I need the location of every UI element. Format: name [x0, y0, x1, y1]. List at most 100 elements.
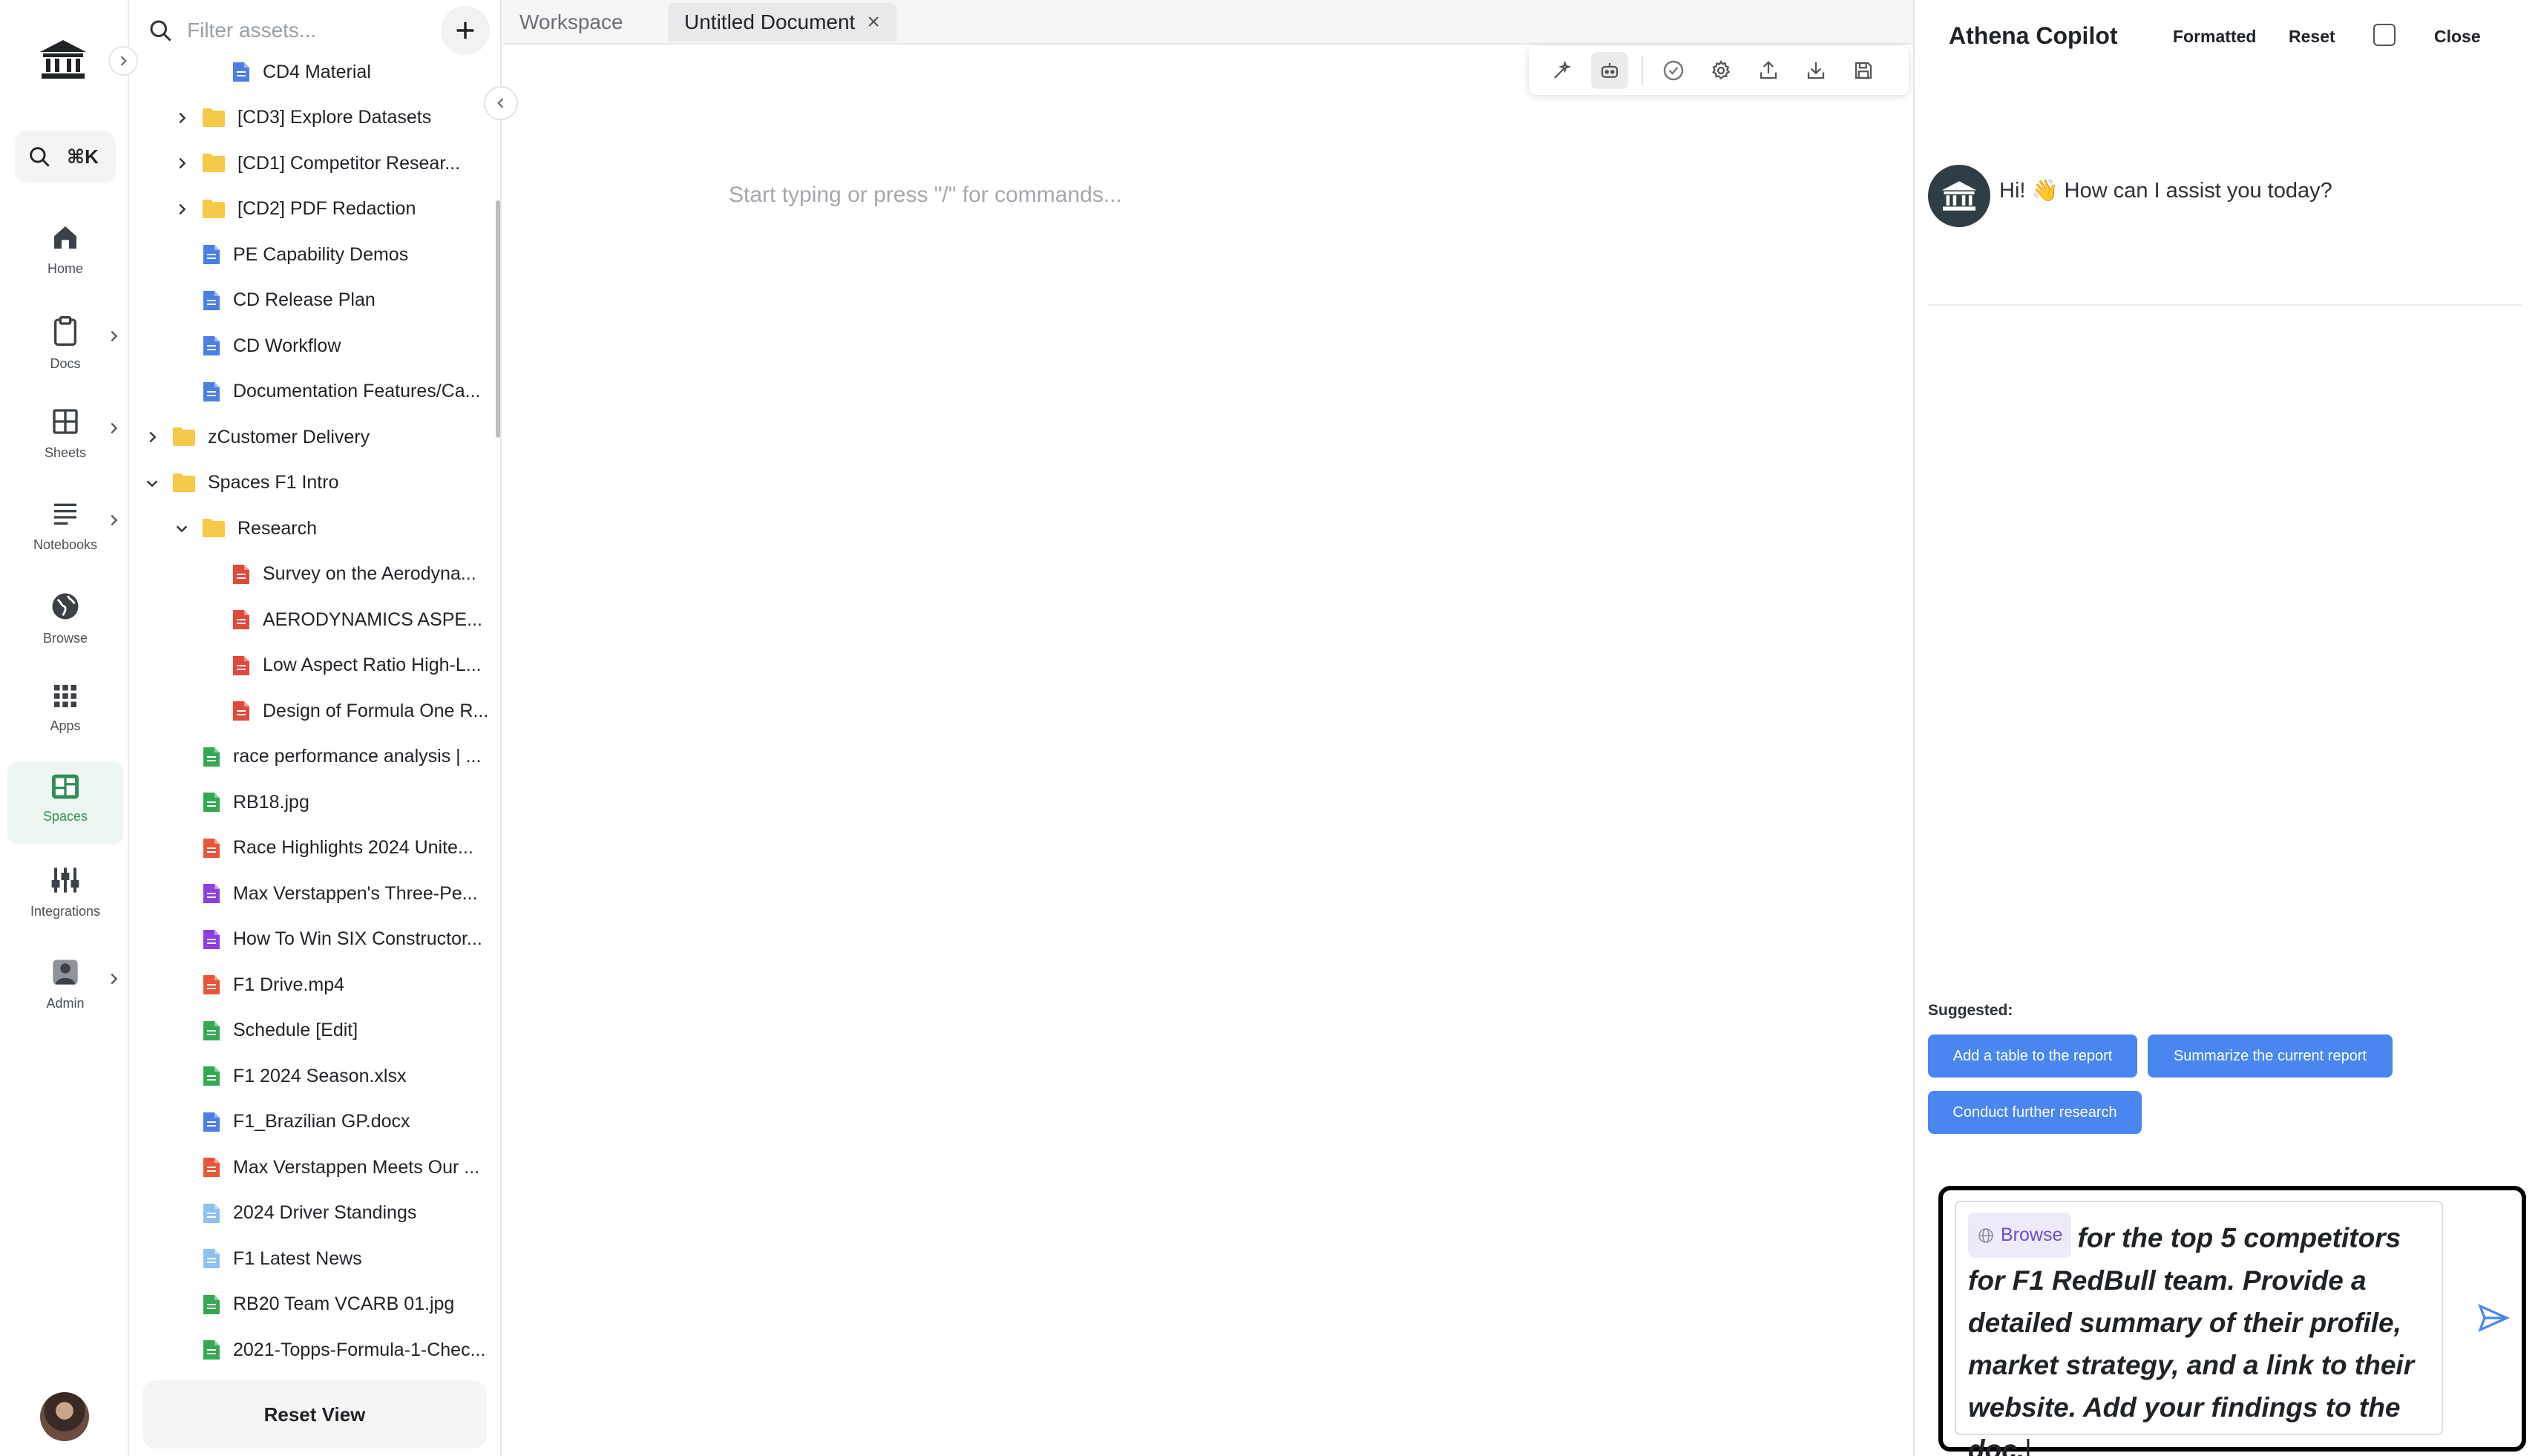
rail-item-home[interactable]: Home: [7, 211, 123, 294]
video-file-icon: [202, 1156, 221, 1178]
suggestion-add-table[interactable]: Add a table to the report: [1928, 1034, 2137, 1078]
download-button[interactable]: [1797, 52, 1834, 89]
caret-spacer: [172, 1204, 191, 1223]
video-file-icon: [202, 974, 221, 996]
tree-folder[interactable]: [CD2] PDF Redaction: [131, 188, 494, 231]
filter-assets-input[interactable]: [187, 19, 410, 42]
browse-chip-label: Browse: [2001, 1224, 2063, 1245]
tree-file[interactable]: F1 2024 Season.xlsx: [131, 1055, 494, 1098]
tree-file[interactable]: CD Release Plan: [131, 279, 494, 322]
caret-spacer: [202, 610, 221, 629]
tree-file[interactable]: Max Verstappen Meets Our ...: [131, 1146, 494, 1189]
tree-file[interactable]: F1 Latest News: [131, 1237, 494, 1280]
caret-spacer: [172, 291, 191, 310]
rail-item-apps[interactable]: Apps: [7, 671, 123, 754]
tree-file[interactable]: CD Workflow: [131, 324, 494, 367]
check-button[interactable]: [1655, 52, 1692, 89]
suggestion-further-research[interactable]: Conduct further research: [1928, 1091, 2142, 1134]
chevron-right-icon[interactable]: [172, 154, 191, 173]
ai-assistant-button[interactable]: [1591, 52, 1628, 89]
grid-icon: [53, 409, 78, 434]
tree-item-label: [CD2] PDF Redaction: [237, 198, 416, 219]
reset-button[interactable]: Reset: [2289, 27, 2335, 47]
send-button[interactable]: [2476, 1300, 2511, 1336]
tree-file[interactable]: F1 Drive.mp4: [131, 963, 494, 1006]
magic-wand-button[interactable]: [1544, 52, 1581, 89]
tree-file[interactable]: CD4 Material: [131, 53, 494, 94]
user-avatar[interactable]: [40, 1392, 89, 1441]
close-tab-icon[interactable]: ×: [867, 10, 880, 35]
chevron-right-icon[interactable]: [172, 108, 191, 128]
rail-item-docs[interactable]: Docs: [7, 303, 123, 386]
tab-label: Workspace: [519, 10, 623, 33]
tree-folder[interactable]: Spaces F1 Intro: [131, 462, 494, 505]
app-logo-icon[interactable]: [39, 39, 88, 80]
tree-folder[interactable]: [CD1] Competitor Resear...: [131, 142, 494, 185]
formatted-button[interactable]: Formatted: [2173, 27, 2256, 47]
tree-item-label: Documentation Features/Ca...: [233, 381, 481, 401]
rail-item-sheets[interactable]: Sheets: [7, 395, 123, 478]
tab-workspace[interactable]: Workspace: [503, 3, 640, 42]
close-button[interactable]: Close: [2434, 27, 2481, 47]
rail-label: Notebooks: [33, 537, 98, 552]
asset-tree-scrollbar[interactable]: [496, 200, 500, 438]
doc-file-icon: [202, 335, 221, 357]
tree-file[interactable]: Max Verstappen's Three-Pe...: [131, 872, 494, 915]
rail-label: Integrations: [30, 904, 101, 919]
tree-file[interactable]: 2024 Driver Standings: [131, 1192, 494, 1235]
expand-rail-button[interactable]: [108, 46, 138, 76]
clipboard-icon: [54, 316, 76, 346]
tree-file[interactable]: race performance analysis | ...: [131, 735, 494, 778]
tree-folder[interactable]: [CD3] Explore Datasets: [131, 96, 494, 140]
tab-bar: Workspace Untitled Document ×: [503, 0, 1913, 45]
tree-file[interactable]: F1_Brazilian GP.docx: [131, 1101, 494, 1144]
search-icon: [30, 147, 50, 167]
tree-file[interactable]: Survey on the Aerodyna...: [131, 553, 494, 596]
chevron-down-icon[interactable]: [172, 519, 191, 538]
spaces-icon: [52, 774, 79, 799]
prompt-input[interactable]: Browse for the top 5 competitors for F1 …: [1955, 1201, 2443, 1456]
rail-item-integrations[interactable]: Integrations: [7, 853, 123, 937]
suggestion-summarize-report[interactable]: Summarize the current report: [2148, 1034, 2393, 1078]
rail-item-spaces[interactable]: Spaces: [7, 761, 123, 845]
tree-folder[interactable]: zCustomer Delivery: [131, 416, 494, 459]
upload-button[interactable]: [1750, 52, 1787, 89]
toolbar-divider: [1642, 56, 1643, 85]
chevron-right-icon[interactable]: [142, 427, 162, 447]
tree-file[interactable]: Documentation Features/Ca...: [131, 370, 494, 413]
rail-item-admin[interactable]: Admin: [7, 945, 123, 1029]
browse-chip[interactable]: Browse: [1968, 1213, 2072, 1258]
tree-file[interactable]: Schedule [Edit]: [131, 1009, 494, 1052]
chevron-right-icon[interactable]: [172, 200, 191, 219]
tree-file[interactable]: Design of Formula One R...: [131, 689, 494, 732]
rail-item-notebooks[interactable]: Notebooks: [7, 487, 123, 570]
tree-file[interactable]: PE Capability Demos: [131, 233, 494, 276]
tree-file[interactable]: AERODYNAMICS ASPE...: [131, 598, 494, 641]
chevron-down-icon[interactable]: [142, 473, 162, 493]
settings-button[interactable]: [1702, 52, 1739, 89]
add-asset-button[interactable]: [441, 6, 490, 55]
save-button[interactable]: [1845, 52, 1882, 89]
copilot-title: Athena Copilot: [1949, 22, 2118, 49]
tree-file[interactable]: RB20 Team VCARB 01.jpg: [131, 1283, 494, 1326]
pdf-file-icon: [232, 609, 251, 631]
tree-file[interactable]: How To Win SIX Constructor...: [131, 918, 494, 961]
rail-item-browse[interactable]: Browse: [7, 579, 123, 662]
document-placeholder[interactable]: Start typing or press "/" for commands..…: [729, 183, 1122, 208]
tree-file[interactable]: RB18.jpg: [131, 781, 494, 824]
chevron-left-icon: [497, 98, 504, 108]
formatted-checkbox[interactable]: [2373, 24, 2396, 46]
doc-file-icon: [232, 61, 251, 83]
rail-label: Sheets: [44, 445, 87, 460]
tree-file[interactable]: Race Highlights 2024 Unite...: [131, 827, 494, 870]
reset-view-button[interactable]: Reset View: [142, 1380, 487, 1449]
save-icon: [1855, 62, 1872, 79]
command-search-button[interactable]: ⌘K: [15, 131, 116, 183]
tab-untitled-document[interactable]: Untitled Document ×: [668, 3, 896, 42]
rail-label: Apps: [50, 718, 81, 733]
tree-file[interactable]: Low Aspect Ratio High-L...: [131, 644, 494, 687]
folder-icon: [202, 517, 226, 540]
collapse-panel-button[interactable]: [484, 86, 518, 120]
tree-folder[interactable]: Research: [131, 507, 494, 550]
tree-file[interactable]: 2021-Topps-Formula-1-Chec...: [131, 1328, 494, 1371]
